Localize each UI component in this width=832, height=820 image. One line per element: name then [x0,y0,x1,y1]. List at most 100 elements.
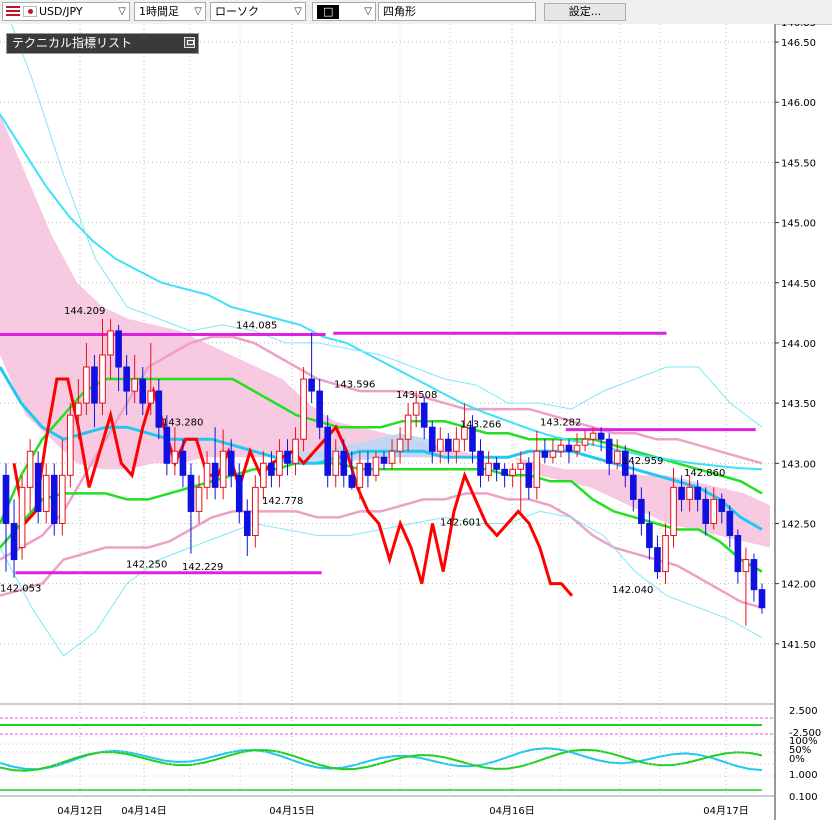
candle-body [50,474,58,524]
candle-body [670,486,677,537]
candle-body [541,450,549,458]
candle-body [404,414,412,440]
settings-button[interactable]: 設定... [544,3,626,21]
x-tick-label: 04月17日 [703,805,748,817]
candle-body [742,559,750,573]
candle-body [718,498,726,512]
candle-body [203,462,211,488]
sub-axis-label: 1.000 [789,770,818,781]
candle-body [509,468,516,476]
candle-body [758,589,766,609]
candle-body [123,366,130,392]
candle-body [501,468,508,476]
candle-body [219,450,227,488]
candle-body [445,438,452,452]
chevron-down-icon: ▽ [364,6,372,17]
candle-body [211,462,219,488]
drawing-mode-select[interactable]: □ ▽ [312,2,376,21]
candle-body [646,522,653,549]
price-annotation: 142.250 [126,560,167,571]
x-tick-label: 04月12日 [57,805,102,817]
price-annotation: 142.229 [182,562,223,573]
y-tick-label: 141.50 [781,640,816,651]
settings-label: 設定... [568,5,602,18]
candle-body [187,474,195,512]
price-annotation: 142.959 [622,456,663,467]
candle-body [91,366,98,404]
price-annotation: 144.209 [64,306,105,317]
price-annotation: 142.601 [440,517,481,528]
price-annotation: 142.040 [612,585,653,596]
candle-body [686,486,693,500]
candle-body [702,498,710,524]
sub-axis-label: 2.500 [789,706,818,717]
timeframe-select[interactable]: 1時間足 ▽ [134,2,206,21]
price-annotation: 143.282 [540,417,581,428]
candle-body [533,450,541,488]
candle-body [99,354,106,404]
candle-body [260,462,267,488]
candle-body [477,450,484,476]
y-tick-label: 144.00 [781,339,816,350]
candle-body [324,426,332,476]
shape-field[interactable]: 四角形 [378,2,536,21]
candle-body [2,474,10,524]
candle-body [597,432,605,440]
candle-body [58,474,66,524]
x-tick-label: 04月16日 [489,805,534,817]
y-tick-label: 146.00 [781,98,816,109]
price-chart[interactable]: 144.209 144.085 143.596 143.508 143.280 143.2… [0,24,832,820]
candle-body [428,426,436,452]
candle-body [83,366,90,404]
candle-body [316,390,323,428]
y-tick-label: 143.50 [781,399,816,410]
toolbar: USD/JPY ▽ 1時間足 ▽ ローソク ▽ □ ▽ 四角形 設定... [0,0,832,25]
currency-pair-select[interactable]: USD/JPY ▽ [2,2,130,21]
x-tick-label: 04月14日 [121,805,166,817]
candle-body [412,402,420,416]
candle-body [75,402,82,416]
y-tick-label: 145.00 [781,219,816,230]
candle-body [171,450,179,464]
candle-body [589,432,597,440]
candle-body [654,547,661,573]
y-tick-label: 146.50 [781,38,816,49]
candle-body [436,438,444,452]
candle-body [292,438,299,464]
chevron-down-icon: ▽ [118,6,126,17]
drawing-mode-label: □ [317,5,340,19]
candle-body [694,486,701,500]
candle-body [18,486,26,549]
candle-body [227,450,235,476]
candle-body [734,535,742,573]
candle-body [517,462,525,470]
x-tick-label: 04月15日 [269,805,314,817]
candle-body [581,438,589,446]
flag-icon [23,6,37,17]
chart-style-label: ローソク [215,5,259,18]
maximize-icon[interactable] [184,37,195,48]
candle-body [678,486,685,500]
candle-body [235,474,243,512]
candle-body [179,450,187,476]
price-annotation: 142.860 [684,468,725,479]
candle-body [115,330,122,368]
price-annotation: 143.596 [334,380,375,391]
candle-body [420,402,428,428]
candle-body [276,450,283,476]
panel-title: テクニカル指標リスト [12,36,133,50]
candle-body [131,378,138,392]
price-annotation: 143.508 [396,390,437,401]
chevron-down-icon: ▽ [294,6,302,17]
sub-axis-label: 0% [789,754,805,765]
technical-indicator-list[interactable]: テクニカル指標リスト [6,33,199,54]
y-tick-label: 142.00 [781,580,816,591]
candle-body [356,462,364,488]
y-tick-label: 142.50 [781,519,816,530]
candle-body [573,444,581,452]
candle-body [26,450,34,488]
candle-body [549,450,557,458]
candle-body [750,559,758,591]
candle-body [364,462,372,476]
chart-style-select[interactable]: ローソク ▽ [210,2,306,21]
